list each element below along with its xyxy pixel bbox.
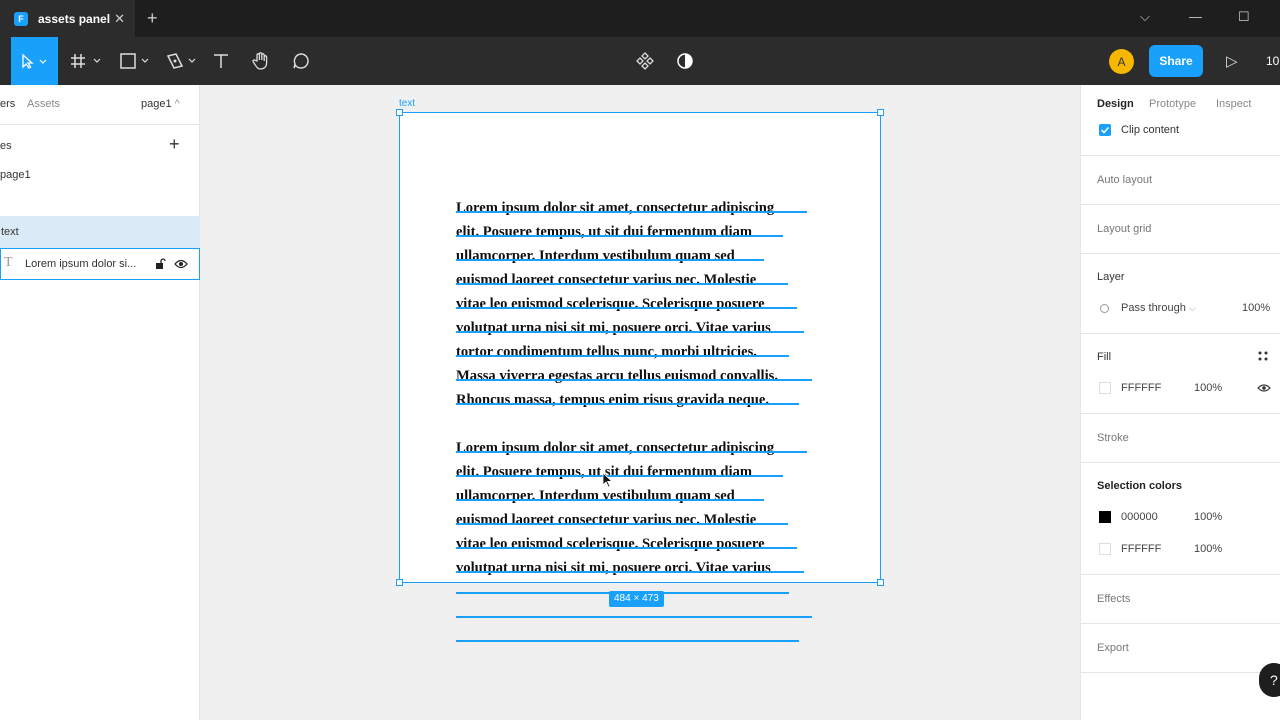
- hand-tool-button[interactable]: [245, 37, 277, 85]
- resize-handle[interactable]: [877, 109, 884, 116]
- fill-swatch[interactable]: [1099, 382, 1111, 394]
- selection-color-swatch[interactable]: [1099, 511, 1111, 523]
- design-panel: Design Prototype Inspect Clip content Au…: [1080, 85, 1280, 720]
- blend-mode-label: Pass through: [1121, 302, 1186, 314]
- user-avatar[interactable]: A: [1109, 49, 1134, 74]
- tab-title: assets panel: [38, 11, 111, 26]
- page-selector[interactable]: page1 ^: [141, 98, 180, 110]
- resize-handle[interactable]: [396, 579, 403, 586]
- comment-icon: [293, 53, 309, 69]
- layer-title: Layer: [1097, 271, 1125, 283]
- layer-opacity[interactable]: 100%: [1242, 302, 1270, 314]
- share-button[interactable]: Share: [1149, 45, 1203, 77]
- frame-tool-button[interactable]: [66, 37, 104, 85]
- effects-title: Effects: [1097, 593, 1131, 605]
- zoom-level[interactable]: 10: [1266, 54, 1279, 68]
- clip-content-checkbox[interactable]: [1099, 124, 1111, 136]
- unlock-icon[interactable]: [155, 258, 166, 270]
- selection-colors-section: Selection colors 000000 100% FFFFFF 100%: [1081, 463, 1280, 575]
- chevron-down-icon: ⌵: [1188, 303, 1196, 313]
- selection-colors-title: Selection colors: [1097, 480, 1182, 492]
- resize-handle[interactable]: [877, 579, 884, 586]
- layers-panel: ers Assets page1 ^ es + page1 text T Lor…: [0, 85, 200, 720]
- title-bar: F assets panel ✕ + ⌵ — ☐: [0, 0, 1280, 37]
- left-panel-tabs: ers Assets page1 ^: [0, 85, 199, 125]
- layer-name: text: [1, 226, 19, 238]
- fill-title: Fill: [1097, 351, 1112, 363]
- styles-grid-icon[interactable]: [1258, 351, 1268, 361]
- layer-name: Lorem ipsum dolor si...: [25, 258, 137, 270]
- canvas[interactable]: text Lorem ipsum dolor sit amet, consect…: [200, 85, 1080, 720]
- selection-color-swatch[interactable]: [1099, 543, 1111, 555]
- component-button[interactable]: [630, 37, 660, 85]
- help-button[interactable]: ?: [1259, 663, 1280, 697]
- figma-logo-icon: F: [14, 11, 28, 26]
- text-icon: [214, 54, 228, 68]
- fill-section: Fill FFFFFF 100%: [1081, 334, 1280, 414]
- pages-header: es +: [0, 134, 200, 157]
- text-layer-icon: T: [4, 255, 13, 270]
- page-item[interactable]: page1: [0, 169, 31, 181]
- layout-grid-section[interactable]: Layout grid: [1081, 205, 1280, 254]
- layer-row-frame[interactable]: text: [0, 216, 200, 248]
- layer-row-text[interactable]: T Lorem ipsum dolor si...: [0, 248, 200, 280]
- contrast-button[interactable]: [670, 37, 700, 85]
- resize-handle[interactable]: [396, 109, 403, 116]
- hand-icon: [252, 52, 268, 70]
- chevron-down-icon[interactable]: ⌵: [1140, 9, 1150, 25]
- effects-section[interactable]: Effects: [1081, 575, 1280, 624]
- dimension-badge: 484 × 473: [609, 591, 664, 607]
- eye-icon[interactable]: [174, 258, 188, 270]
- page-selector-label: page1: [141, 98, 172, 110]
- move-icon: [21, 53, 46, 69]
- add-page-icon[interactable]: +: [169, 134, 180, 155]
- selection-color-opacity[interactable]: 100%: [1194, 511, 1222, 523]
- check-icon: [1100, 126, 1110, 134]
- shape-icon: [120, 53, 149, 69]
- minimize-icon[interactable]: —: [1189, 9, 1202, 24]
- selection-color-hex[interactable]: 000000: [1121, 511, 1158, 523]
- close-tab-icon[interactable]: ✕: [114, 11, 125, 27]
- text-tool-button[interactable]: [206, 37, 236, 85]
- selection-color-opacity[interactable]: 100%: [1194, 543, 1222, 555]
- auto-layout-section[interactable]: Auto layout: [1081, 156, 1280, 205]
- pen-tool-button[interactable]: [160, 37, 200, 85]
- pen-icon: [166, 53, 196, 69]
- auto-layout-title: Auto layout: [1097, 174, 1153, 186]
- maximize-icon[interactable]: ☐: [1238, 9, 1250, 25]
- selection-color-hex[interactable]: FFFFFF: [1121, 543, 1161, 555]
- tab-layers[interactable]: ers: [0, 98, 15, 110]
- component-icon: [636, 52, 654, 70]
- selection-box[interactable]: [399, 112, 881, 583]
- stroke-section[interactable]: Stroke: [1081, 414, 1280, 463]
- text-line-underline: [456, 616, 812, 618]
- export-title: Export: [1097, 642, 1129, 654]
- present-play-icon[interactable]: ▷: [1226, 52, 1238, 70]
- layer-section: Layer Pass through ⌵ 100%: [1081, 254, 1280, 334]
- toolbar: A Share ▷ 10: [0, 37, 1280, 85]
- frame-icon: [71, 54, 101, 68]
- stroke-title: Stroke: [1097, 432, 1129, 444]
- text-line-underline: [456, 640, 799, 642]
- layout-grid-title: Layout grid: [1097, 223, 1152, 235]
- clip-content-label: Clip content: [1121, 124, 1180, 136]
- mouse-cursor-icon: [602, 472, 614, 488]
- pages-title: es: [0, 140, 12, 152]
- export-section[interactable]: Export: [1081, 624, 1280, 673]
- fill-hex[interactable]: FFFFFF: [1121, 382, 1161, 394]
- tab-assets[interactable]: Assets: [27, 98, 60, 110]
- fill-opacity[interactable]: 100%: [1194, 382, 1222, 394]
- blend-mode-select[interactable]: Pass through ⌵: [1121, 302, 1196, 314]
- frame-section: Clip content: [1081, 85, 1280, 156]
- contrast-icon: [677, 53, 693, 69]
- blend-mode-icon: [1100, 304, 1109, 313]
- document-tab[interactable]: F assets panel ✕: [0, 0, 135, 37]
- chevron-up-icon: ^: [174, 98, 180, 110]
- shape-tool-button[interactable]: [113, 37, 153, 85]
- move-tool-button[interactable]: [11, 37, 58, 85]
- comment-tool-button[interactable]: [285, 37, 317, 85]
- eye-icon[interactable]: [1257, 383, 1271, 393]
- frame-label[interactable]: text: [399, 98, 415, 109]
- new-tab-icon[interactable]: +: [147, 8, 158, 29]
